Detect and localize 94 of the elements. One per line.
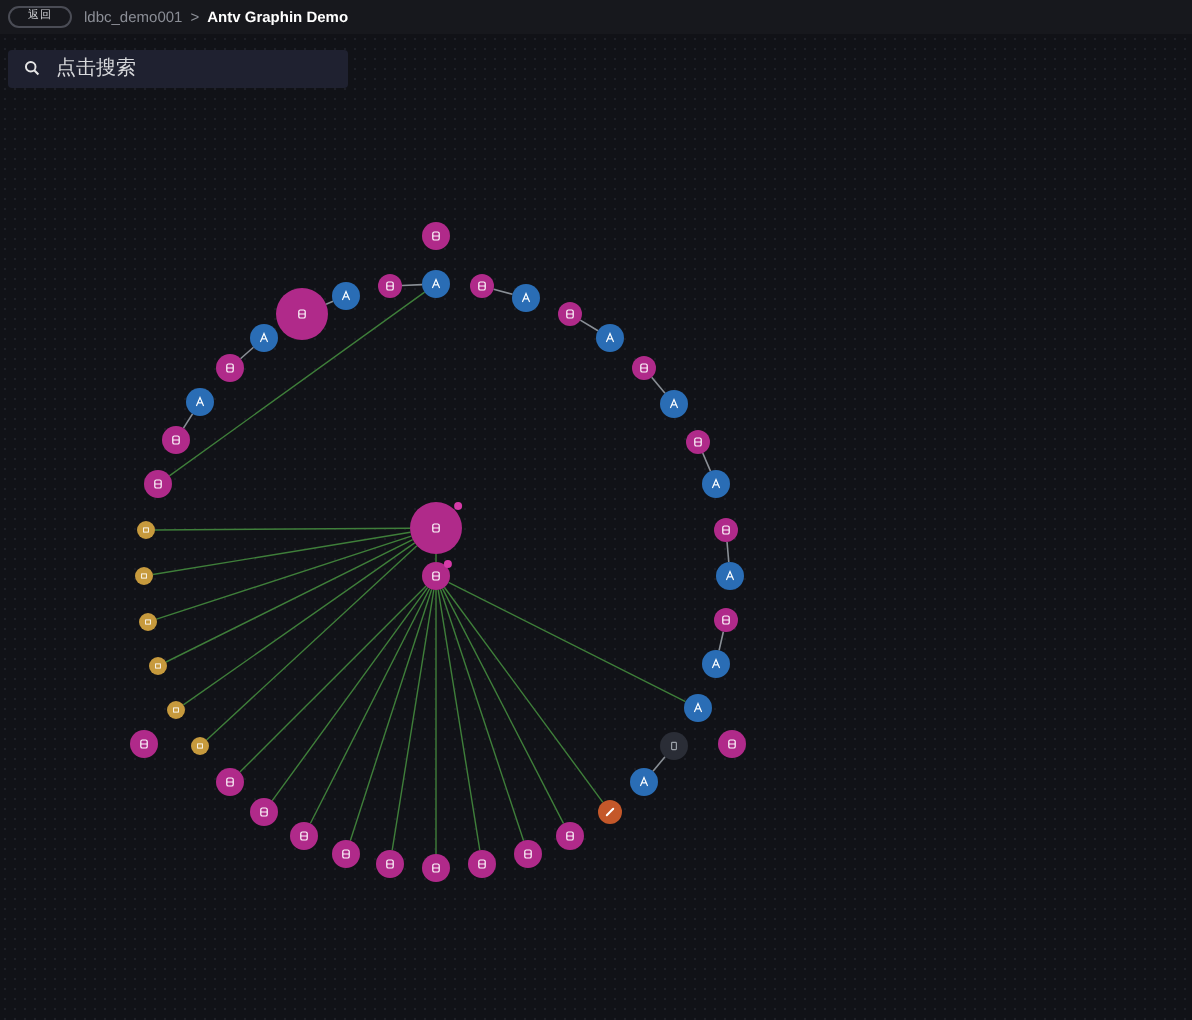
graph-node[interactable] bbox=[630, 768, 658, 796]
cylinder-icon bbox=[524, 849, 532, 859]
triangle-icon bbox=[195, 396, 205, 407]
triangle-icon bbox=[725, 570, 735, 581]
triangle-icon bbox=[711, 478, 721, 489]
cylinder-icon bbox=[728, 739, 736, 749]
device-icon bbox=[671, 741, 677, 751]
triangle-icon bbox=[711, 658, 721, 669]
graph-edge bbox=[652, 755, 666, 773]
graph-node[interactable] bbox=[660, 732, 688, 760]
cylinder-icon bbox=[566, 831, 574, 841]
graph-node[interactable] bbox=[422, 222, 450, 250]
cylinder-icon bbox=[172, 435, 180, 445]
cylinder-icon bbox=[432, 523, 440, 533]
triangle-icon bbox=[521, 292, 531, 303]
triangle-icon bbox=[693, 702, 703, 713]
cylinder-icon bbox=[640, 363, 648, 373]
cylinder-icon bbox=[342, 849, 350, 859]
triangle-icon bbox=[341, 290, 351, 301]
cylinder-icon bbox=[300, 831, 308, 841]
graph-node[interactable] bbox=[632, 356, 656, 380]
graph-node[interactable] bbox=[422, 562, 450, 590]
triangle-icon bbox=[639, 776, 649, 787]
graph-node[interactable] bbox=[186, 388, 214, 416]
cylinder-icon bbox=[694, 437, 702, 447]
cylinder-icon bbox=[722, 615, 730, 625]
graph-edge bbox=[435, 553, 437, 563]
graph-node[interactable] bbox=[135, 567, 153, 585]
cylinder-icon bbox=[386, 859, 394, 869]
graph-node[interactable] bbox=[250, 798, 278, 826]
graph-node[interactable] bbox=[598, 800, 622, 824]
graph-node[interactable] bbox=[250, 324, 278, 352]
graph-node[interactable] bbox=[139, 613, 157, 631]
graph-node[interactable] bbox=[716, 562, 744, 590]
graph-node[interactable] bbox=[332, 282, 360, 310]
graph-edge bbox=[492, 288, 514, 296]
graph-node[interactable] bbox=[468, 850, 496, 878]
triangle-icon bbox=[669, 398, 679, 409]
graph-node[interactable] bbox=[558, 302, 582, 326]
search-field[interactable]: 点击搜索 bbox=[8, 50, 348, 88]
graph-node[interactable] bbox=[714, 518, 738, 542]
graph-node[interactable] bbox=[276, 288, 328, 340]
cylinder-icon bbox=[478, 281, 486, 291]
graph-node[interactable] bbox=[422, 854, 450, 882]
cylinder-icon bbox=[226, 777, 234, 787]
graph-edge bbox=[718, 630, 725, 652]
cylinder-icon bbox=[478, 859, 486, 869]
graph-edge bbox=[726, 541, 730, 563]
graph-node[interactable] bbox=[702, 650, 730, 678]
graph-node[interactable] bbox=[130, 730, 158, 758]
pen-icon bbox=[605, 807, 615, 817]
graph-node[interactable] bbox=[137, 521, 155, 539]
graph-node[interactable] bbox=[149, 657, 167, 675]
graph-node[interactable] bbox=[167, 701, 185, 719]
graph-node[interactable] bbox=[162, 426, 190, 454]
graph-node[interactable] bbox=[410, 502, 462, 554]
triangle-icon bbox=[259, 332, 269, 343]
cylinder-icon bbox=[140, 739, 148, 749]
cylinder-icon bbox=[154, 479, 162, 489]
graph-edge bbox=[579, 319, 599, 332]
graph-edge bbox=[701, 452, 712, 472]
graph-node[interactable] bbox=[144, 470, 172, 498]
graph-node[interactable] bbox=[686, 430, 710, 454]
graph-edge bbox=[401, 283, 423, 287]
cylinder-icon bbox=[298, 309, 306, 319]
graph-node[interactable] bbox=[702, 470, 730, 498]
cylinder-icon bbox=[722, 525, 730, 535]
graph-node[interactable] bbox=[718, 730, 746, 758]
graph-node[interactable] bbox=[596, 324, 624, 352]
graph-node[interactable] bbox=[332, 840, 360, 868]
cylinder-icon bbox=[566, 309, 574, 319]
graph-edge bbox=[650, 376, 666, 395]
graph-node[interactable] bbox=[216, 768, 244, 796]
cylinder-icon bbox=[432, 231, 440, 241]
cylinder-icon bbox=[260, 807, 268, 817]
graph-node[interactable] bbox=[512, 284, 540, 312]
graph-node[interactable] bbox=[376, 850, 404, 878]
graph-node[interactable] bbox=[470, 274, 494, 298]
graph-node[interactable] bbox=[514, 840, 542, 868]
graph-node[interactable] bbox=[556, 822, 584, 850]
cylinder-icon bbox=[432, 571, 440, 581]
graph-node[interactable] bbox=[684, 694, 712, 722]
triangle-icon bbox=[605, 332, 615, 343]
cylinder-icon bbox=[432, 863, 440, 873]
graph-node[interactable] bbox=[660, 390, 688, 418]
graph-node[interactable] bbox=[290, 822, 318, 850]
graph-node[interactable] bbox=[191, 737, 209, 755]
triangle-icon bbox=[431, 278, 441, 289]
cylinder-icon bbox=[226, 363, 234, 373]
graph-node[interactable] bbox=[378, 274, 402, 298]
graph-node[interactable] bbox=[714, 608, 738, 632]
graph-node[interactable] bbox=[216, 354, 244, 382]
graph-node[interactable] bbox=[422, 270, 450, 298]
cylinder-icon bbox=[386, 281, 394, 291]
